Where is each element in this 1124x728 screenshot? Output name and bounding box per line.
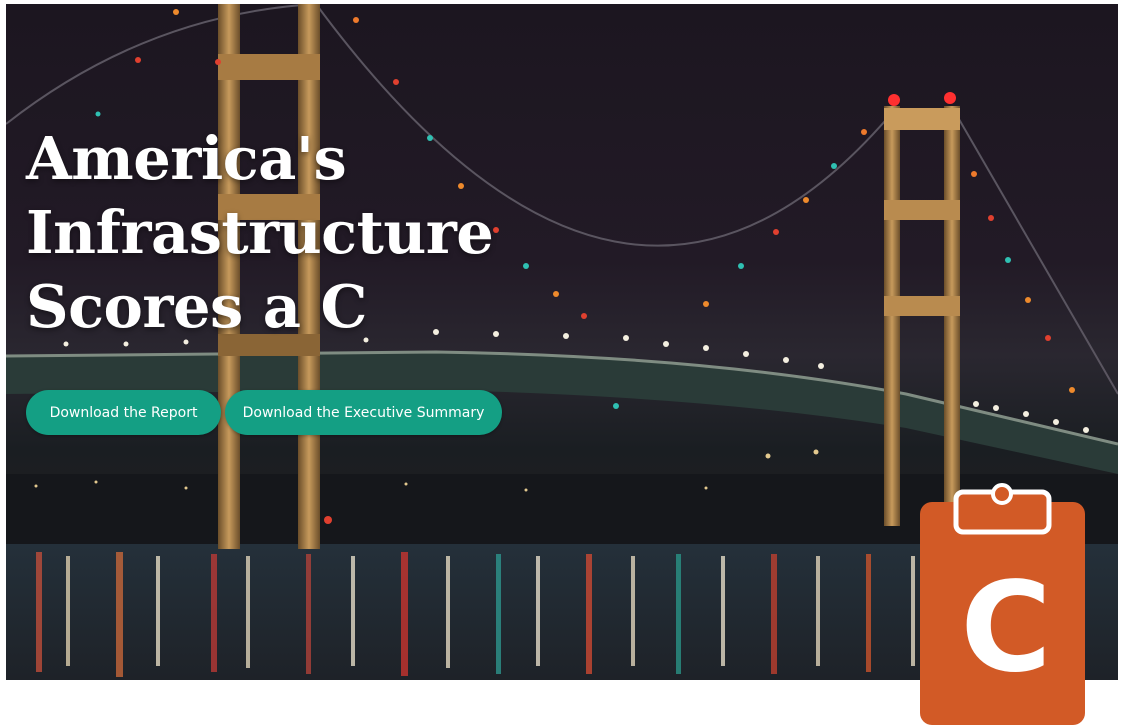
- headline-line-3: Scores a C: [26, 272, 368, 341]
- download-executive-summary-button[interactable]: Download the Executive Summary: [225, 390, 502, 435]
- hero-headline: America's Infrastructure Scores a C: [26, 122, 494, 344]
- download-report-button[interactable]: Download the Report: [26, 390, 221, 435]
- headline-line-1: America's: [26, 124, 347, 193]
- grade-badge: C: [920, 483, 1085, 725]
- grade-letter: C: [960, 556, 1051, 700]
- headline-line-2: Infrastructure: [26, 198, 494, 267]
